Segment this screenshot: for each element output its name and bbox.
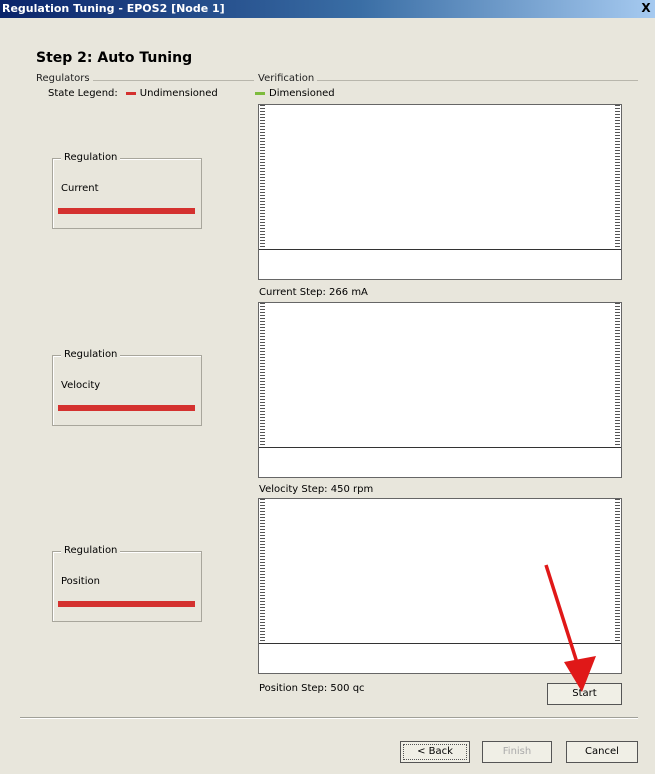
- undimensioned-swatch: [125, 92, 136, 95]
- legend-undimensioned: Undimensioned: [139, 88, 218, 99]
- right-axis-ticks: [615, 105, 620, 249]
- legend-label: State Legend:: [48, 88, 118, 99]
- regulation-caption: Regulation: [61, 349, 121, 360]
- plot-area: [259, 499, 621, 644]
- plot-area: [259, 303, 621, 448]
- position-plot: [258, 498, 622, 674]
- regulation-name-current: Current: [61, 183, 99, 194]
- right-axis-ticks: [615, 499, 620, 643]
- regulation-name-position: Position: [61, 576, 100, 587]
- regulation-velocity-box: Regulation Velocity: [52, 349, 202, 426]
- regulation-position-box: Regulation Position: [52, 545, 202, 622]
- velocity-state-bar: [58, 405, 195, 411]
- finish-button[interactable]: Finish: [482, 741, 552, 763]
- regulators-group-label: Regulators: [36, 73, 93, 84]
- start-button[interactable]: Start: [547, 683, 622, 705]
- title-bar: Regulation Tuning - EPOS2 [Node 1] X: [0, 0, 655, 18]
- legend-dimensioned: Dimensioned: [269, 88, 335, 99]
- left-axis-ticks: [260, 303, 265, 447]
- footer-divider: [20, 717, 638, 719]
- current-state-bar: [58, 208, 195, 214]
- dimensioned-swatch: [255, 92, 265, 95]
- velocity-step-label: Velocity Step: 450 rpm: [259, 484, 374, 495]
- regulation-caption: Regulation: [61, 545, 121, 556]
- regulation-name-velocity: Velocity: [61, 380, 101, 391]
- plot-area: [259, 105, 621, 250]
- current-step-label: Current Step: 266 mA: [259, 287, 368, 298]
- back-button[interactable]: < Back: [400, 741, 470, 763]
- verification-group-label: Verification: [258, 73, 318, 84]
- close-icon[interactable]: X: [639, 1, 653, 16]
- velocity-plot: [258, 302, 622, 478]
- right-axis-ticks: [615, 303, 620, 447]
- current-plot: [258, 104, 622, 280]
- window-title: Regulation Tuning - EPOS2 [Node 1]: [2, 2, 225, 15]
- state-legend: State Legend: Undimensioned: [48, 88, 218, 99]
- regulation-caption: Regulation: [61, 152, 121, 163]
- regulation-current-box: Regulation Current: [52, 152, 202, 229]
- position-step-label: Position Step: 500 qc: [259, 683, 365, 694]
- cancel-button[interactable]: Cancel: [566, 741, 638, 763]
- position-state-bar: [58, 601, 195, 607]
- left-axis-ticks: [260, 499, 265, 643]
- page-title: Step 2: Auto Tuning: [36, 50, 193, 66]
- state-legend-dimensioned: Dimensioned: [255, 88, 335, 99]
- left-axis-ticks: [260, 105, 265, 249]
